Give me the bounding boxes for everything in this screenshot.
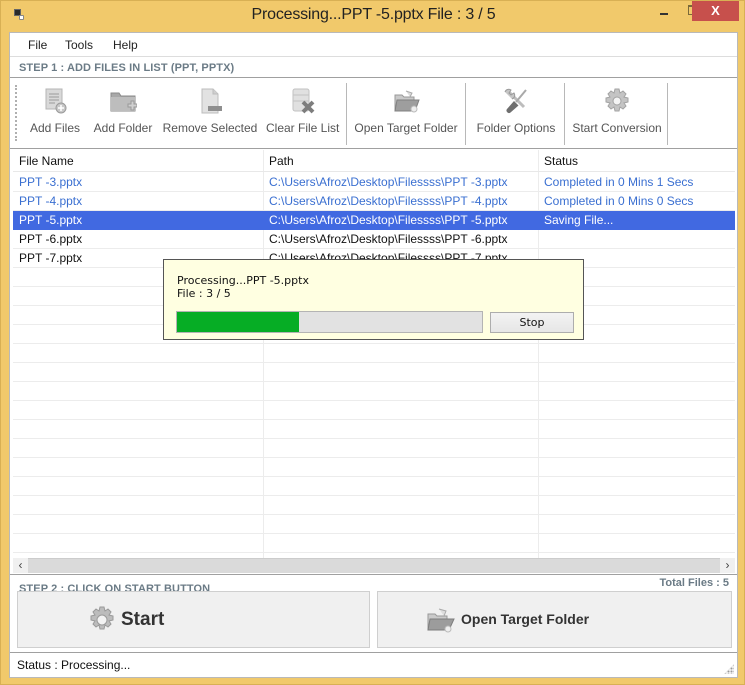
table-header: File Name Path Status [13, 150, 735, 172]
toolbar-separator [465, 83, 466, 145]
menu-help[interactable]: Help [113, 38, 138, 52]
empty-row [13, 439, 735, 458]
menu-tools[interactable]: Tools [65, 38, 93, 52]
folder-options-button[interactable]: Folder Options [472, 85, 560, 141]
path-cell: C:\Users\Afroz\Desktop\Filessss\PPT -3.p… [269, 175, 508, 189]
toolbar-separator [667, 83, 668, 145]
start-conversion-button[interactable]: Start Conversion [569, 85, 665, 141]
clear-file-list-label: Clear File List [266, 121, 340, 135]
empty-row [13, 401, 735, 420]
popup-file-counter: File : 3 / 5 [177, 287, 231, 300]
table-row[interactable]: PPT -4.pptx C:\Users\Afroz\Desktop\Files… [13, 192, 735, 211]
column-header-path[interactable]: Path [269, 154, 294, 168]
clear-list-icon [292, 88, 315, 114]
empty-row [13, 477, 735, 496]
file-list-table[interactable]: File Name Path Status PPT -3.pptx C:\Use… [13, 150, 735, 558]
total-files-count: Total Files : 5 [659, 577, 729, 589]
open-target-folder-large-button[interactable]: Open Target Folder [377, 591, 732, 648]
add-files-icon [45, 88, 67, 114]
menu-file[interactable]: File [28, 38, 47, 52]
start-button[interactable]: Start [17, 591, 370, 648]
status-cell: Completed in 0 Mins 0 Secs [544, 194, 694, 208]
table-row[interactable]: PPT -3.pptx C:\Users\Afroz\Desktop\Files… [13, 173, 735, 192]
table-row-selected[interactable]: PPT -5.pptx C:\Users\Afroz\Desktop\Files… [13, 211, 735, 230]
stop-button[interactable]: Stop [490, 312, 574, 333]
empty-row [13, 344, 735, 363]
progress-bar [176, 311, 483, 333]
remove-selected-button[interactable]: Remove Selected [162, 85, 258, 141]
file-name-cell: PPT -3.pptx [19, 175, 83, 189]
add-folder-label: Add Folder [93, 121, 153, 135]
column-header-file-name[interactable]: File Name [19, 154, 74, 168]
file-name-cell: PPT -5.pptx [19, 213, 83, 227]
progress-fill [177, 312, 299, 332]
gear-icon [90, 606, 114, 630]
empty-row [13, 496, 735, 515]
app-window: Processing...PPT -5.pptx File : 3 / 5 X … [0, 0, 745, 685]
status-text: Status : Processing... [17, 658, 131, 672]
status-cell: Completed in 0 Mins 1 Secs [544, 175, 694, 189]
remove-selected-icon [201, 88, 222, 114]
gear-icon [605, 88, 629, 112]
path-cell: C:\Users\Afroz\Desktop\Filessss\PPT -4.p… [269, 194, 508, 208]
add-folder-button[interactable]: Add Folder [90, 85, 156, 141]
client-area: File Tools Help STEP 1 : ADD FILES IN LI… [9, 32, 738, 678]
tools-icon [504, 88, 527, 113]
status-bar: Status : Processing... [10, 652, 737, 677]
path-cell: C:\Users\Afroz\Desktop\Filessss\PPT -5.p… [269, 213, 508, 227]
column-header-status[interactable]: Status [544, 154, 578, 168]
add-files-label: Add Files [29, 121, 81, 135]
minimize-button[interactable] [653, 1, 679, 21]
empty-row [13, 363, 735, 382]
add-files-button[interactable]: Add Files [24, 85, 86, 141]
path-cell: C:\Users\Afroz\Desktop\Filessss\PPT -6.p… [269, 232, 508, 246]
open-folder-icon [427, 608, 455, 633]
empty-row [13, 458, 735, 477]
horizontal-scrollbar[interactable]: ‹ › [13, 558, 735, 573]
file-name-cell: PPT -7.pptx [19, 251, 83, 265]
status-cell: Saving File... [544, 213, 614, 227]
start-button-label: Start [121, 609, 165, 630]
empty-row [13, 420, 735, 439]
file-name-cell: PPT -4.pptx [19, 194, 83, 208]
toolbar-separator [346, 83, 347, 145]
resize-grip[interactable] [724, 664, 734, 674]
open-target-folder-large-label: Open Target Folder [461, 611, 590, 627]
open-target-folder-label: Open Target Folder [354, 121, 458, 135]
folder-options-label: Folder Options [476, 121, 556, 135]
empty-row [13, 382, 735, 401]
popup-processing-text: Processing...PPT -5.pptx [177, 274, 309, 287]
toolbar-separator [564, 83, 565, 145]
toolbar-grip[interactable] [15, 85, 17, 141]
scroll-right-arrow[interactable]: › [720, 558, 735, 573]
progress-popup: Processing...PPT -5.pptx File : 3 / 5 St… [163, 259, 584, 340]
start-conversion-label: Start Conversion [572, 121, 662, 135]
close-button[interactable]: X [692, 1, 739, 21]
add-folder-icon [110, 92, 137, 112]
file-name-cell: PPT -6.pptx [19, 232, 83, 246]
open-folder-icon [394, 90, 420, 113]
empty-row [13, 534, 735, 553]
window-title: Processing...PPT -5.pptx File : 3 / 5 [251, 6, 496, 23]
clear-file-list-button[interactable]: Clear File List [266, 85, 340, 141]
open-target-folder-button[interactable]: Open Target Folder [352, 85, 460, 141]
table-row[interactable]: PPT -6.pptx C:\Users\Afroz\Desktop\Files… [13, 230, 735, 249]
step1-label: STEP 1 : ADD FILES IN LIST (PPT, PPTX) [19, 62, 235, 74]
remove-selected-label: Remove Selected [162, 121, 258, 135]
menu-bar: File Tools Help [10, 33, 737, 55]
toolbar: Add Files Add Folder Remove Selected Cle… [10, 79, 737, 149]
title-bar[interactable]: Processing...PPT -5.pptx File : 3 / 5 X [1, 1, 745, 31]
scroll-left-arrow[interactable]: ‹ [13, 558, 28, 573]
step1-header: STEP 1 : ADD FILES IN LIST (PPT, PPTX) [10, 56, 737, 78]
empty-row [13, 515, 735, 534]
